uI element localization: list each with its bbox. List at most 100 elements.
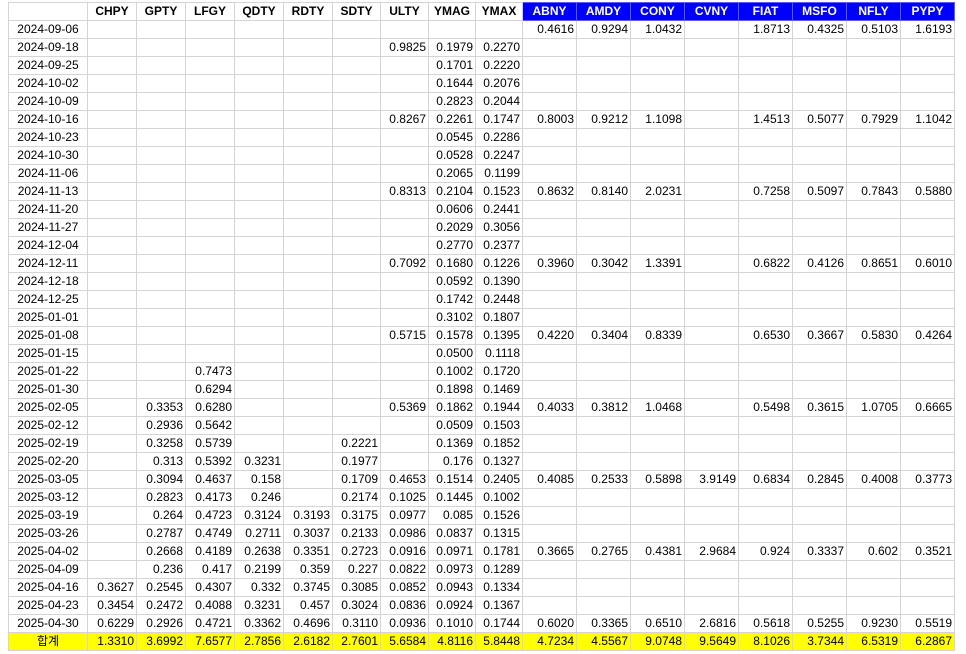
total-value-cell[interactable]: 5.8448 — [475, 632, 523, 651]
value-cell[interactable]: 0.6665 — [900, 398, 955, 417]
value-cell[interactable]: 0.3665 — [522, 542, 577, 561]
value-cell[interactable] — [630, 38, 685, 57]
value-cell[interactable] — [738, 524, 793, 543]
value-cell[interactable] — [234, 20, 284, 39]
value-cell[interactable] — [332, 218, 381, 237]
value-cell[interactable] — [738, 416, 793, 435]
value-cell[interactable] — [185, 326, 235, 345]
value-cell[interactable] — [792, 38, 847, 57]
value-cell[interactable] — [738, 146, 793, 165]
value-cell[interactable]: 0.5369 — [380, 398, 429, 417]
value-cell[interactable] — [380, 146, 429, 165]
value-cell[interactable] — [87, 164, 137, 183]
value-cell[interactable]: 0.2668 — [136, 542, 186, 561]
value-cell[interactable]: 0.2405 — [475, 470, 523, 489]
value-cell[interactable] — [332, 326, 381, 345]
value-cell[interactable] — [576, 74, 631, 93]
value-cell[interactable]: 0.2926 — [136, 614, 186, 633]
value-cell[interactable] — [900, 560, 955, 579]
value-cell[interactable] — [136, 254, 186, 273]
value-cell[interactable]: 0.227 — [332, 560, 381, 579]
value-cell[interactable] — [185, 20, 235, 39]
value-cell[interactable]: 0.1503 — [475, 416, 523, 435]
value-cell[interactable] — [576, 362, 631, 381]
total-value-cell[interactable]: 6.2867 — [900, 632, 955, 651]
value-cell[interactable] — [900, 308, 955, 327]
value-cell[interactable]: 0.2823 — [428, 92, 476, 111]
value-cell[interactable] — [332, 362, 381, 381]
value-cell[interactable]: 0.1025 — [380, 488, 429, 507]
value-cell[interactable] — [792, 92, 847, 111]
value-cell[interactable] — [792, 272, 847, 291]
value-cell[interactable] — [522, 290, 577, 309]
value-cell[interactable] — [684, 452, 739, 471]
value-cell[interactable] — [630, 92, 685, 111]
value-cell[interactable] — [576, 344, 631, 363]
value-cell[interactable] — [185, 308, 235, 327]
value-cell[interactable]: 0.0852 — [380, 578, 429, 597]
value-cell[interactable] — [136, 128, 186, 147]
value-cell[interactable]: 0.7843 — [846, 182, 901, 201]
value-cell[interactable] — [630, 578, 685, 597]
value-cell[interactable] — [576, 416, 631, 435]
value-cell[interactable] — [332, 398, 381, 417]
value-cell[interactable] — [576, 128, 631, 147]
value-cell[interactable]: 0.4085 — [522, 470, 577, 489]
value-cell[interactable] — [792, 164, 847, 183]
value-cell[interactable] — [87, 110, 137, 129]
value-cell[interactable] — [136, 236, 186, 255]
value-cell[interactable] — [630, 362, 685, 381]
value-cell[interactable] — [234, 38, 284, 57]
date-cell[interactable]: 2025-04-16 — [8, 578, 88, 597]
date-cell[interactable]: 2024-09-25 — [8, 56, 88, 75]
value-cell[interactable]: 0.085 — [428, 506, 476, 525]
value-cell[interactable] — [283, 344, 333, 363]
value-cell[interactable] — [185, 272, 235, 291]
value-cell[interactable] — [684, 146, 739, 165]
value-cell[interactable]: 1.0705 — [846, 398, 901, 417]
value-cell[interactable] — [136, 92, 186, 111]
date-cell[interactable]: 2025-01-30 — [8, 380, 88, 399]
value-cell[interactable]: 0.1720 — [475, 362, 523, 381]
value-cell[interactable]: 0.1578 — [428, 326, 476, 345]
value-cell[interactable]: 0.0977 — [380, 506, 429, 525]
value-cell[interactable]: 0.5715 — [380, 326, 429, 345]
value-cell[interactable] — [630, 488, 685, 507]
value-cell[interactable]: 0.9825 — [380, 38, 429, 57]
value-cell[interactable] — [522, 56, 577, 75]
value-cell[interactable]: 0.2199 — [234, 560, 284, 579]
value-cell[interactable] — [630, 524, 685, 543]
value-cell[interactable] — [87, 290, 137, 309]
value-cell[interactable] — [576, 308, 631, 327]
value-cell[interactable]: 0.3102 — [428, 308, 476, 327]
value-cell[interactable] — [684, 56, 739, 75]
value-cell[interactable] — [684, 326, 739, 345]
value-cell[interactable]: 0.5618 — [738, 614, 793, 633]
value-cell[interactable] — [475, 20, 523, 39]
value-cell[interactable]: 0.5097 — [792, 182, 847, 201]
value-cell[interactable]: 0.3362 — [234, 614, 284, 633]
value-cell[interactable] — [234, 200, 284, 219]
value-cell[interactable]: 1.1042 — [900, 110, 955, 129]
value-cell[interactable] — [576, 200, 631, 219]
value-cell[interactable]: 0.3615 — [792, 398, 847, 417]
date-cell[interactable]: 2024-10-02 — [8, 74, 88, 93]
value-cell[interactable]: 0.5898 — [630, 470, 685, 489]
value-cell[interactable]: 0.2441 — [475, 200, 523, 219]
value-cell[interactable] — [522, 38, 577, 57]
value-cell[interactable] — [684, 218, 739, 237]
value-cell[interactable]: 0.6834 — [738, 470, 793, 489]
value-cell[interactable] — [234, 254, 284, 273]
value-cell[interactable] — [332, 380, 381, 399]
value-cell[interactable] — [792, 578, 847, 597]
total-value-cell[interactable]: 2.6182 — [283, 632, 333, 651]
value-cell[interactable] — [380, 74, 429, 93]
value-cell[interactable]: 0.3351 — [283, 542, 333, 561]
value-cell[interactable] — [792, 218, 847, 237]
value-cell[interactable]: 1.3391 — [630, 254, 685, 273]
value-cell[interactable]: 0.5739 — [185, 434, 235, 453]
date-cell[interactable]: 2024-11-20 — [8, 200, 88, 219]
value-cell[interactable]: 0.1898 — [428, 380, 476, 399]
value-cell[interactable]: 0.3667 — [792, 326, 847, 345]
value-cell[interactable] — [283, 434, 333, 453]
